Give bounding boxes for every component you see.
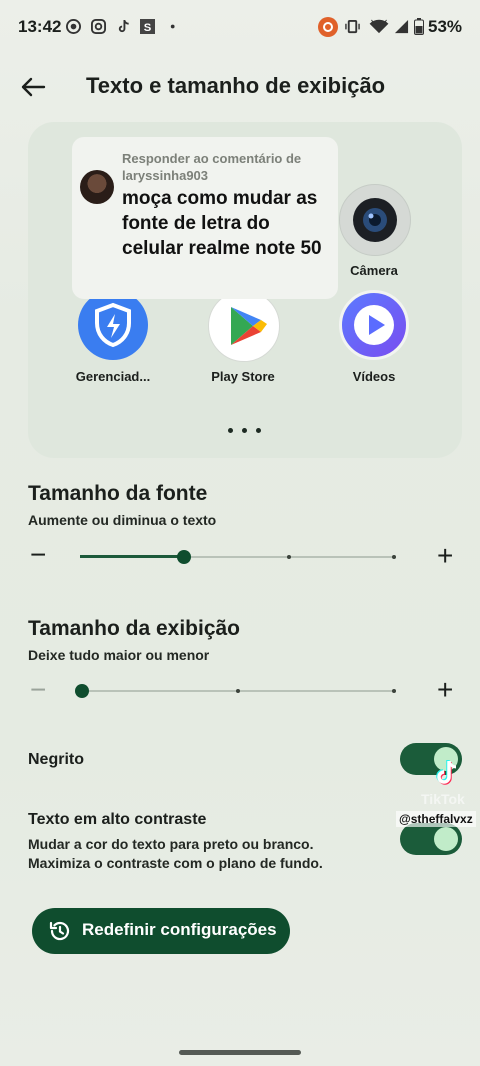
high-contrast-description: Mudar a cor do texto para preto ou branc…: [28, 836, 323, 871]
manager-app-icon: [78, 290, 148, 360]
comment-text: moça como mudar as fonte de letra do cel…: [122, 188, 322, 259]
tiktok-watermark-brand: TikTok: [421, 791, 465, 807]
status-time: 13:42: [18, 17, 62, 36]
chrome-media-icon: [66, 19, 81, 34]
vibrate-icon: [345, 19, 360, 34]
high-contrast-toggle[interactable]: [400, 823, 462, 855]
security-manager-icon: [95, 302, 131, 348]
toggle-knob: [434, 827, 458, 851]
history-icon: [49, 921, 70, 941]
home-indicator[interactable]: [179, 1050, 301, 1055]
battery-percent: 53%: [428, 17, 463, 36]
font-size-slider-fill: [80, 555, 185, 558]
font-size-title: Tamanho da fonte: [28, 482, 208, 505]
cast-icon: [318, 17, 338, 37]
font-size-subtitle: Aumente ou diminua o texto: [28, 512, 217, 528]
high-contrast-label: Texto em alto contraste: [28, 811, 207, 828]
status-bar: 13:42 S 53%: [0, 0, 480, 56]
display-size-subtitle: Deixe tudo maior ou menor: [28, 647, 210, 663]
tiktok-icon: [118, 19, 129, 33]
s-app-icon: S: [140, 19, 155, 34]
camera-app-icon: [339, 184, 411, 256]
camera-icon: [353, 198, 397, 242]
tiktok-watermark-username: @stheffalvxz: [396, 811, 476, 827]
page-title: Texto e tamanho de exibição: [86, 73, 386, 98]
page-dot: [242, 428, 247, 433]
avatar: [80, 170, 114, 204]
bold-label: Negrito: [28, 751, 84, 768]
videos-app-icon: [339, 290, 409, 360]
wifi-icon: [369, 19, 389, 34]
slider-tick: [392, 555, 396, 559]
app-label-play-store: Play Store: [211, 369, 275, 384]
display-size-decrease-button[interactable]: −: [30, 676, 46, 704]
reset-settings-button[interactable]: Redefinir configurações: [32, 908, 290, 954]
page-dot: [256, 428, 261, 433]
reset-settings-label: Redefinir configurações: [82, 920, 277, 939]
instagram-icon: [91, 19, 106, 34]
page-dot: [228, 428, 233, 433]
slider-tick: [236, 689, 240, 693]
play-store-app-icon: [208, 290, 280, 362]
dot-icon: [170, 24, 175, 29]
slider-tick: [392, 689, 396, 693]
battery-icon: [414, 18, 424, 35]
back-button[interactable]: [18, 72, 48, 102]
display-size-title: Tamanho da exibição: [28, 617, 240, 640]
arrow-left-icon: [21, 77, 46, 97]
play-store-icon: [231, 307, 267, 345]
reply-label: Responder ao comentário de laryssinha903: [122, 151, 302, 183]
display-size-increase-button[interactable]: +: [437, 676, 453, 704]
display-size-slider-thumb[interactable]: [75, 684, 89, 698]
app-label-manager: Gerenciad...: [75, 369, 151, 384]
tiktok-logo-icon: [436, 760, 457, 785]
font-size-slider-thumb[interactable]: [177, 550, 192, 564]
font-size-increase-button[interactable]: +: [437, 542, 453, 570]
slider-tick: [287, 555, 291, 559]
videos-play-icon: [354, 305, 394, 345]
app-label-videos: Vídeos: [352, 369, 396, 384]
signal-icon: [394, 19, 409, 34]
svg-text:S: S: [144, 22, 152, 34]
font-size-decrease-button[interactable]: −: [30, 541, 46, 569]
